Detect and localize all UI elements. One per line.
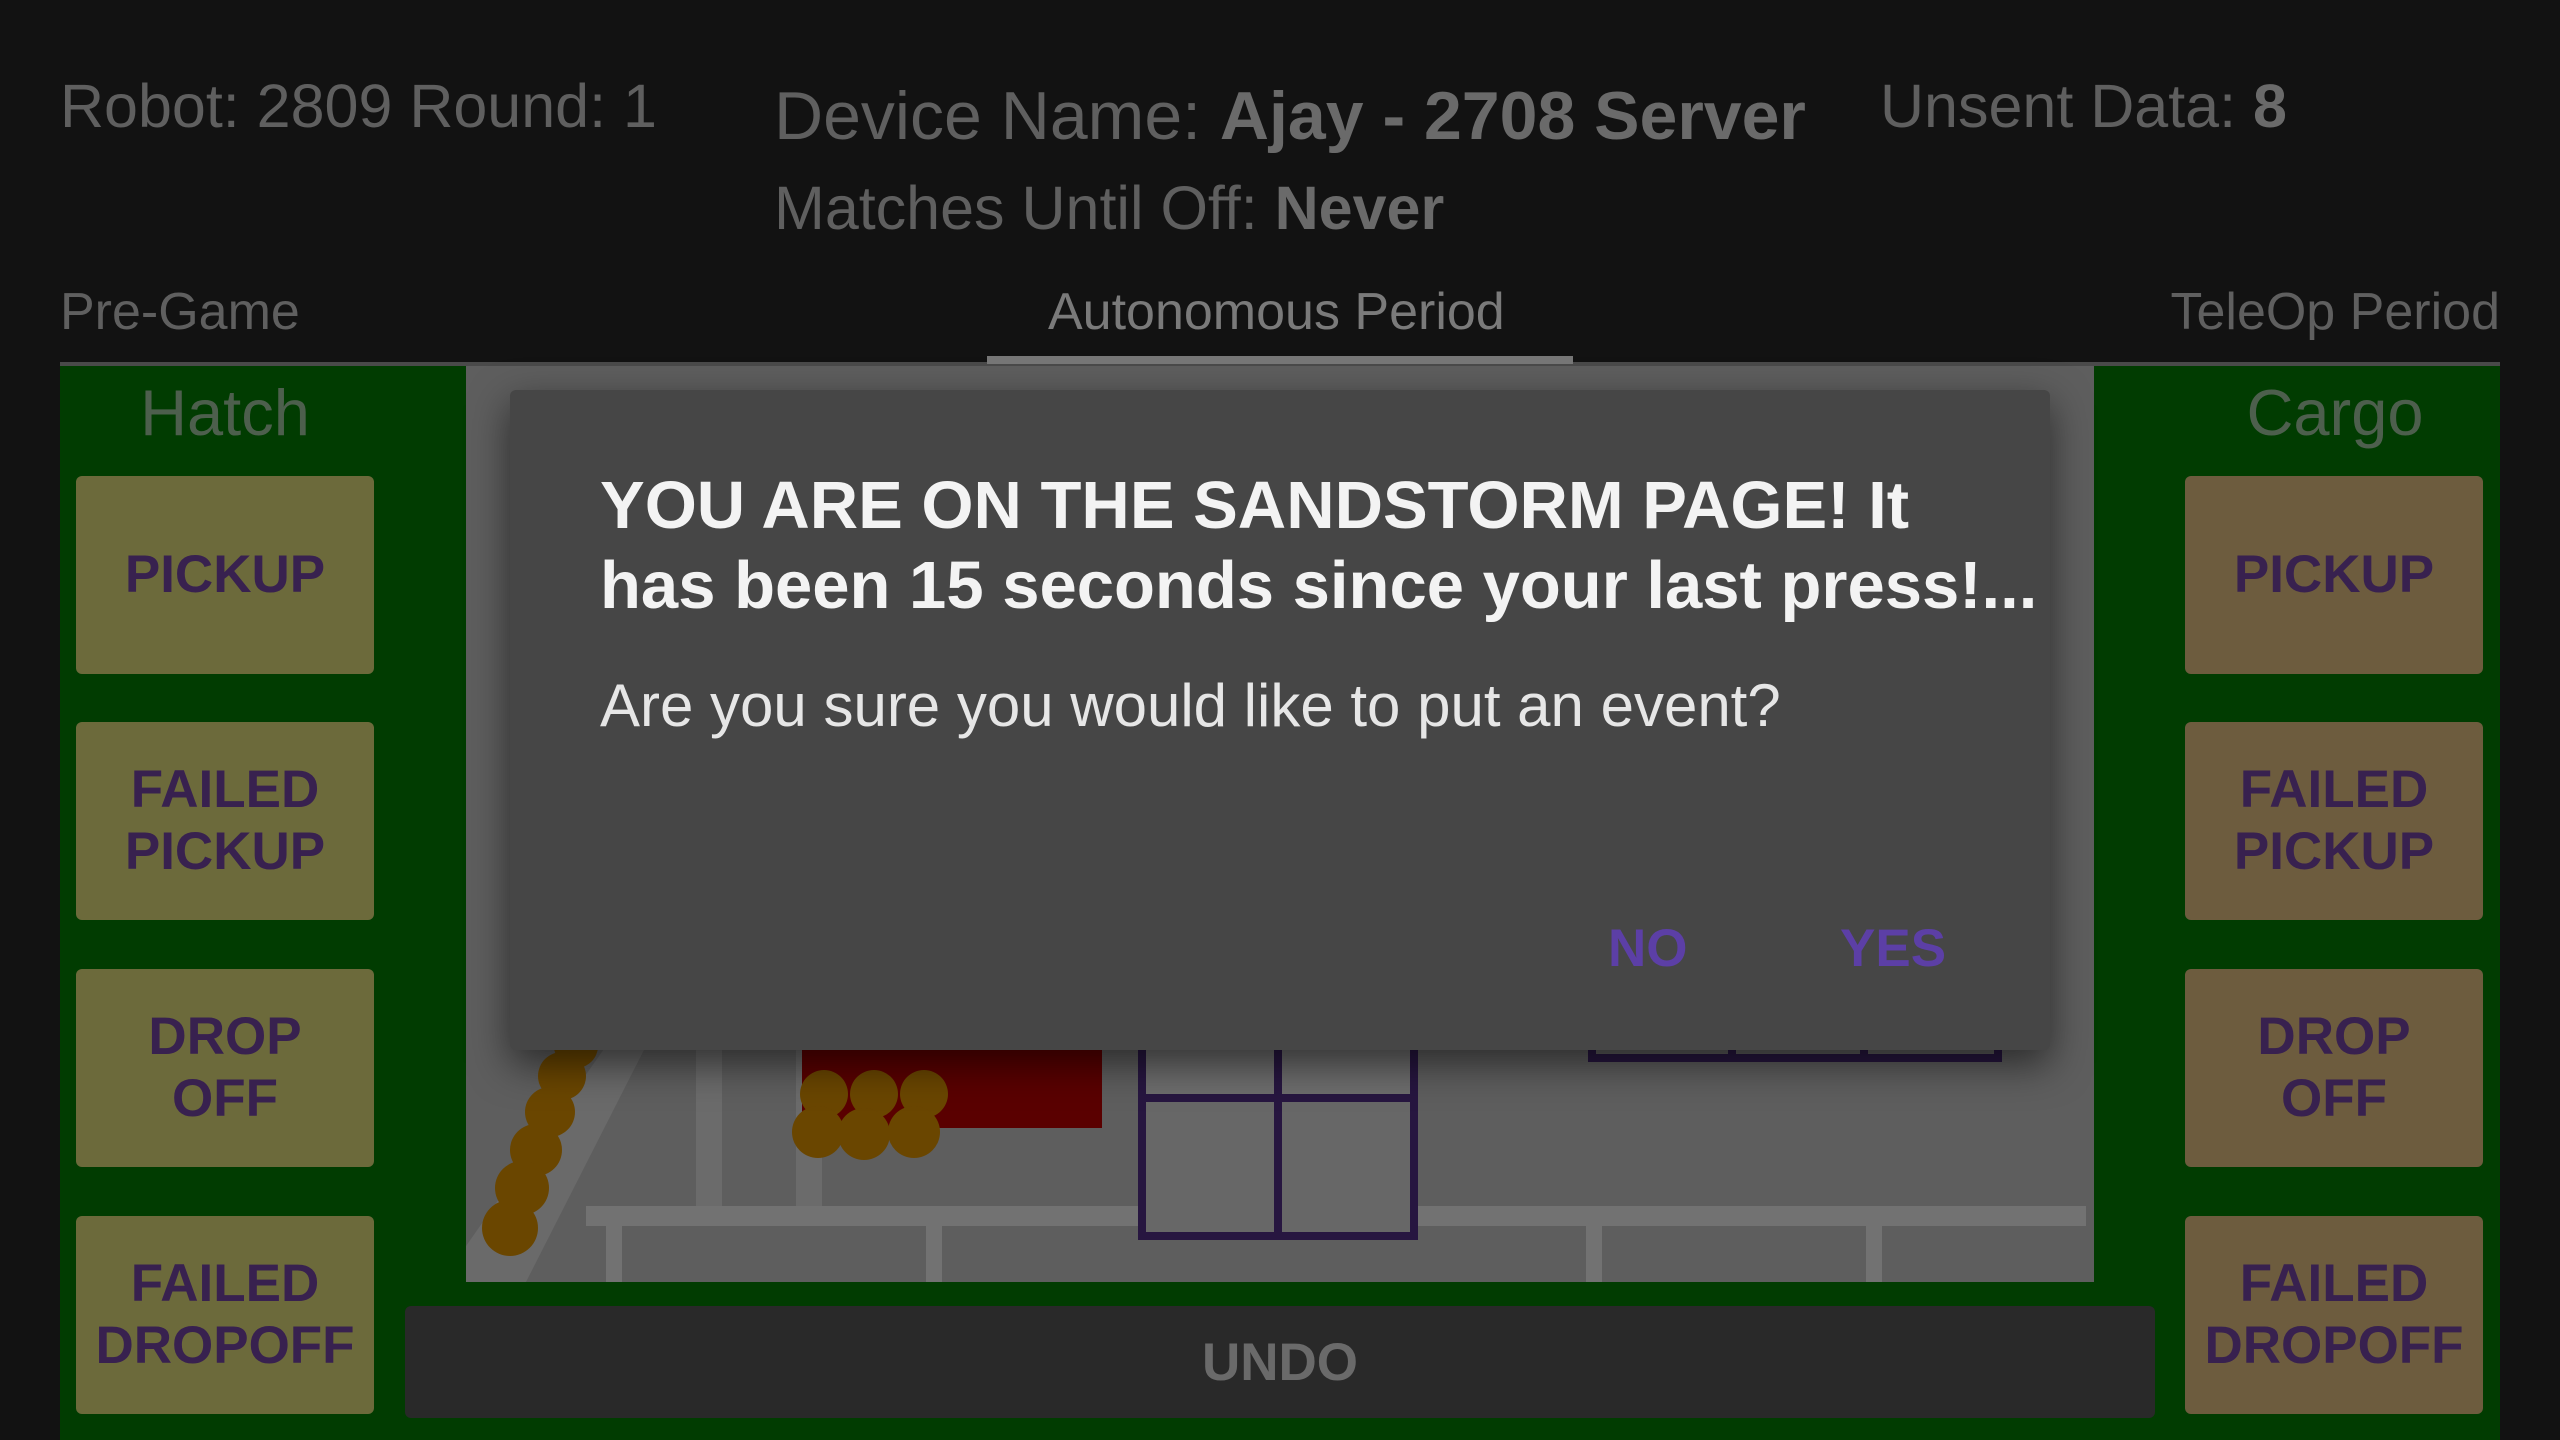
matches-until-off-label: Matches Until Off: Never — [774, 178, 1444, 239]
undo-button[interactable]: UNDO — [405, 1306, 2155, 1418]
hatch-pickup-button[interactable]: PICKUP — [76, 476, 374, 674]
hatch-drop-off-label: DROP OFF — [148, 1007, 302, 1128]
device-name-value: Ajay - 2708 Server — [1219, 78, 1806, 154]
matches-until-off-value: Never — [1274, 174, 1445, 242]
dialog-no-button[interactable]: NO — [1608, 922, 1688, 975]
dialog-title: YOU ARE ON THE SANDSTORM PAGE! It has be… — [600, 466, 2037, 626]
unsent-data-caption: Unsent Data: — [1880, 72, 2253, 140]
cargo-drop-off-button[interactable]: DROP OFF — [2185, 969, 2483, 1167]
hatch-drop-off-button[interactable]: DROP OFF — [76, 969, 374, 1167]
dialog-title-line2: has been 15 seconds since your last pres… — [600, 548, 2038, 623]
cargo-failed-dropoff-button[interactable]: FAILED DROPOFF — [2185, 1216, 2483, 1414]
cargo-pickup-button[interactable]: PICKUP — [2185, 476, 2483, 674]
tab-teleop-period[interactable]: TeleOp Period — [2170, 286, 2500, 338]
dialog-title-line1: YOU ARE ON THE SANDSTORM PAGE! It — [600, 468, 1910, 543]
unsent-data-label: Unsent Data: 8 — [1880, 76, 2287, 137]
hatch-title: Hatch — [140, 376, 310, 449]
device-name-label: Device Name: Ajay - 2708 Server — [774, 82, 1806, 150]
device-name-caption: Device Name: — [774, 78, 1220, 154]
confirm-dialog: YOU ARE ON THE SANDSTORM PAGE! It has be… — [510, 390, 2050, 1050]
unsent-data-value: 8 — [2252, 72, 2287, 140]
hatch-failed-dropoff-label: FAILED DROPOFF — [95, 1254, 355, 1375]
cargo-drop-off-label: DROP OFF — [2257, 1007, 2411, 1128]
tab-autonomous-period[interactable]: Autonomous Period — [1048, 286, 1505, 338]
robot-round-label: Robot: 2809 Round: 1 — [60, 72, 657, 140]
dialog-message: Are you sure you would like to put an ev… — [600, 672, 1781, 739]
tab-pre-game[interactable]: Pre-Game — [60, 286, 300, 338]
hatch-pickup-label: PICKUP — [124, 545, 326, 604]
cargo-failed-pickup-button[interactable]: FAILED PICKUP — [2185, 722, 2483, 920]
hatch-failed-pickup-button[interactable]: FAILED PICKUP — [76, 722, 374, 920]
dialog-yes-button[interactable]: YES — [1840, 922, 1946, 975]
undo-label: UNDO — [1201, 1332, 1359, 1392]
hatch-failed-pickup-label: FAILED PICKUP — [124, 760, 326, 881]
matches-until-off-caption: Matches Until Off: — [774, 174, 1275, 242]
cargo-failed-pickup-label: FAILED PICKUP — [2233, 760, 2435, 881]
cargo-failed-dropoff-label: FAILED DROPOFF — [2204, 1254, 2464, 1375]
tab-active-indicator — [987, 356, 1573, 364]
hatch-failed-dropoff-button[interactable]: FAILED DROPOFF — [76, 1216, 374, 1414]
cargo-title: Cargo — [2246, 376, 2424, 449]
cargo-pickup-label: PICKUP — [2233, 545, 2435, 604]
